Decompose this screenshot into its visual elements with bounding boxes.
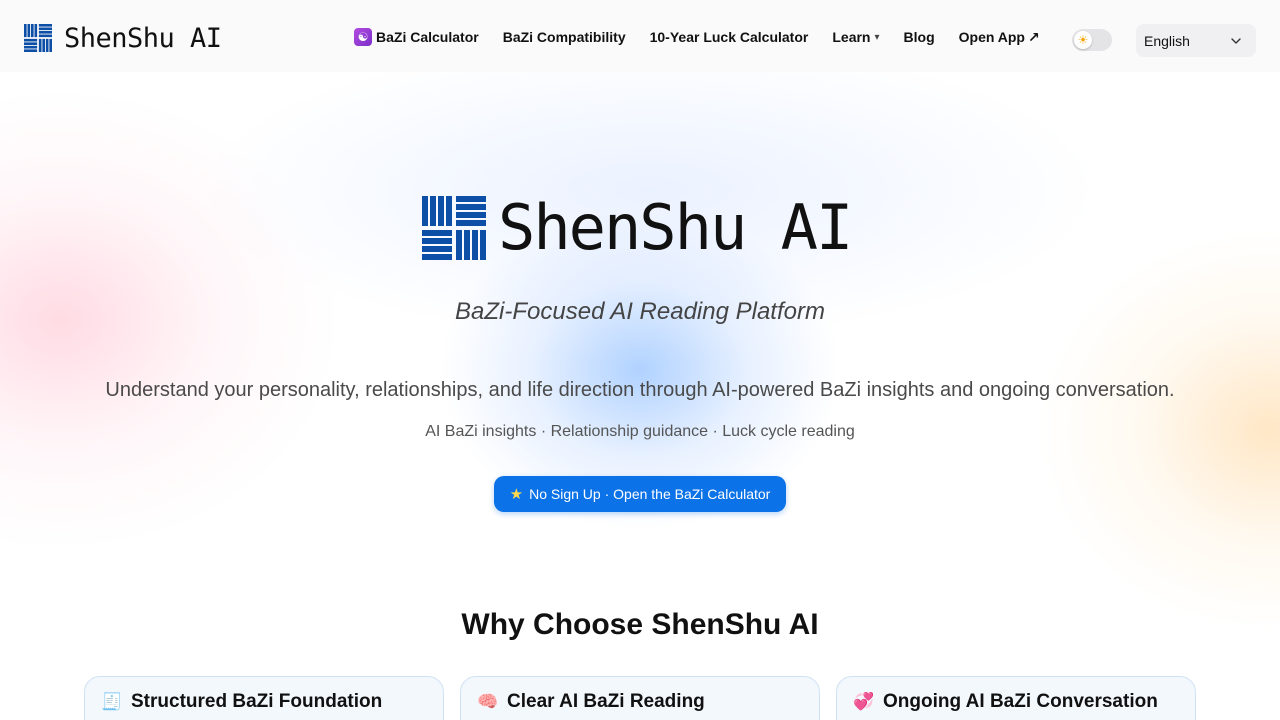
nav-open-app[interactable]: Open App ↗ [959,29,1040,46]
site-header: ShenShu AI ☯ BaZi Calculator BaZi Compat… [0,0,1280,72]
hero-title: ShenShu AI [498,191,853,264]
yin-yang-icon: ☯ [354,28,372,46]
hero-features: AI BaZi insights · Relationship guidance… [425,423,855,440]
brain-icon: 🧠 [477,692,499,711]
card-title: Ongoing AI BaZi Conversation [883,691,1158,712]
cta-label: No Sign Up · Open the BaZi Calculator [529,486,771,502]
nav-learn-dropdown[interactable]: Learn ▾ [832,29,879,45]
receipt-icon: 🧾 [101,692,123,711]
hero-logo: ShenShu AI [422,191,853,264]
card-title: Structured BaZi Foundation [131,691,383,712]
caret-down-icon: ▾ [874,31,880,43]
open-calculator-button[interactable]: ★ No Sign Up · Open the BaZi Calculator [494,476,786,512]
nav-luck-calculator[interactable]: 10-Year Luck Calculator [650,29,809,45]
main-nav: ☯ BaZi Calculator BaZi Compatibility 10-… [354,28,1040,46]
hero-description: Understand your personality, relationshi… [105,379,1175,401]
feature-card-structured-foundation: 🧾 Structured BaZi Foundation [84,676,444,720]
sun-icon: ☀ [1074,31,1092,49]
nav-bazi-calculator[interactable]: ☯ BaZi Calculator [354,28,479,46]
nav-bazi-compatibility[interactable]: BaZi Compatibility [503,29,626,45]
shenshu-logo-icon [422,196,486,260]
nav-blog[interactable]: Blog [904,29,935,45]
shenshu-logo-icon [24,24,52,52]
why-section-title: Why Choose ShenShu AI [461,608,819,641]
star-icon: ★ [509,486,524,503]
card-title: Clear AI BaZi Reading [507,691,705,712]
feature-card-ongoing-conversation: 💞 Ongoing AI BaZi Conversation [836,676,1196,720]
chevron-down-icon [1231,37,1241,44]
theme-toggle[interactable]: ☀ [1072,29,1112,51]
language-select[interactable]: English [1136,24,1256,57]
feature-card-clear-reading: 🧠 Clear AI BaZi Reading [460,676,820,720]
hero-subtitle: BaZi-Focused AI Reading Platform [455,298,825,325]
header-brand-name: ShenShu AI [64,22,222,54]
language-selected: English [1144,32,1190,49]
header-logo[interactable]: ShenShu AI [24,24,222,52]
external-arrow-icon: ↗ [1028,28,1040,45]
hearts-icon: 💞 [853,692,875,711]
